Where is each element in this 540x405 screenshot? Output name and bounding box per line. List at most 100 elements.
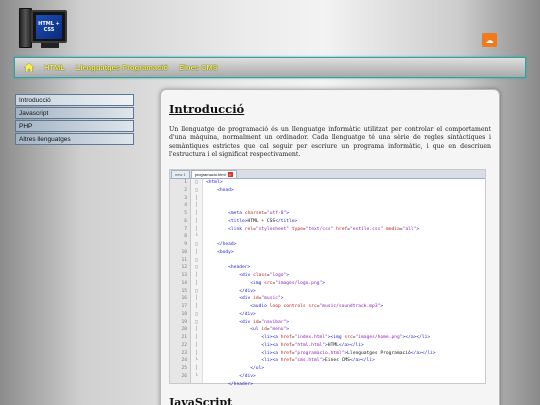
line-number: 2 [184, 187, 187, 193]
fold-marker: │ [195, 335, 198, 340]
code-line: <div class="logo"> [239, 273, 290, 278]
fold-marker: │ [195, 366, 198, 371]
line-number: 15 [181, 288, 187, 294]
code-line: </head> [217, 242, 237, 247]
line-number: 23 [181, 350, 187, 356]
fold-marker: □ [195, 257, 198, 263]
code-line: <head> [217, 187, 234, 193]
line-number: 17 [181, 304, 187, 309]
tab-new-1: new 1 [171, 170, 190, 178]
tab-programacio: programacio.html × [190, 170, 237, 178]
fold-marker: │ [195, 203, 198, 209]
code-line: <header> [228, 265, 251, 271]
fold-marker: │ [195, 226, 198, 232]
code-line: <title>HTML + CSS</title> [228, 218, 298, 224]
sidebar-item-javascript[interactable]: Javascript [15, 107, 134, 119]
line-number: 7 [184, 226, 187, 232]
logo[interactable]: HTML + CSS [17, 6, 69, 52]
header: HTML + CSS ☁ [0, 0, 540, 55]
line-number: 24 [181, 358, 187, 364]
code-line: <link rel="stylesheet" type="text/css" h… [228, 226, 420, 232]
code-line: <div id="navibar"> [239, 319, 290, 325]
line-number: 12 [181, 265, 187, 271]
line-number: 20 [181, 327, 187, 333]
section-title-javascript: JavaScript [169, 396, 233, 405]
sidebar-item-altres[interactable]: Altres llenguatges [15, 133, 134, 145]
line-number: 22 [181, 342, 187, 348]
nav-item-html[interactable]: HTML [44, 63, 65, 72]
code-line: <li><a href="programacio.html">Llenguatg… [261, 350, 436, 356]
code-line: <meta charset="utf-8"> [228, 211, 290, 216]
line-number: 3 [184, 195, 187, 201]
line-number: 5 [184, 211, 187, 216]
fold-marker: │ [195, 211, 198, 216]
code-line: </div> [239, 288, 256, 294]
code-line: <li><a href="index.html"><img src="image… [261, 335, 431, 340]
monitor-icon: HTML + CSS [31, 10, 67, 43]
home-icon[interactable] [24, 63, 34, 72]
close-icon: × [227, 172, 233, 177]
fold-marker: □ [195, 180, 198, 185]
logo-text: HTML + CSS [36, 15, 62, 39]
fold-marker: └ [195, 234, 198, 240]
line-number: 14 [181, 280, 187, 286]
line-number: 21 [181, 335, 187, 340]
fold-marker: │ [195, 296, 198, 302]
nav-item-cms[interactable]: Eines CMS [179, 63, 218, 72]
fold-marker: │ [195, 249, 198, 255]
line-number: 18 [181, 311, 187, 317]
line-number: 16 [181, 296, 187, 302]
fold-marker: │ [195, 273, 198, 278]
fold-margin: □ □ │ │ │ │ │ └ □ │ □ □ │ │ □ │ │ □ □ │ │ │ │ └ │ └ [191, 179, 203, 383]
line-number: 13 [181, 273, 187, 278]
code-line: <li><a href="cms.html">Eines CMS</a></li… [261, 358, 375, 364]
nav-item-llenguatges[interactable]: Llenguatges Programació [76, 63, 168, 72]
fold-marker: └ [195, 358, 198, 364]
fold-marker: │ [195, 218, 198, 224]
line-number: 1 [184, 180, 187, 185]
line-number: 8 [184, 234, 187, 240]
sidebar-item-introduccio[interactable]: Introducció [15, 94, 134, 106]
fold-marker: □ [195, 311, 198, 317]
editor-tabs: new 1 programacio.html × [170, 170, 485, 179]
fold-marker: □ [195, 242, 198, 247]
code-line: <img src="images/logo.png"> [250, 280, 326, 286]
line-number: 19 [181, 319, 187, 325]
soundcloud-icon[interactable]: ☁ [482, 33, 497, 47]
fold-marker: □ [195, 187, 198, 193]
line-number: 10 [181, 249, 187, 255]
line-number: 25 [181, 366, 187, 371]
page-title: Introducció [169, 102, 245, 116]
fold-marker: └ [195, 373, 198, 379]
line-number: 4 [184, 203, 187, 209]
code-line: </header> [228, 381, 254, 387]
code-line: </div> [239, 311, 256, 317]
line-number: 26 [181, 373, 187, 379]
fold-marker: │ [195, 327, 198, 333]
code-line: <body> [217, 249, 234, 255]
line-number: 9 [184, 242, 187, 247]
code-lines: <html> <head> <meta charset="utf-8"> <ti… [203, 179, 485, 387]
fold-marker: │ [195, 304, 198, 309]
code-line: <ul id="menu"> [250, 327, 290, 333]
sidebar-item-php[interactable]: PHP [15, 120, 134, 132]
code-line: </div> [239, 373, 256, 379]
code-line: <html> [206, 180, 223, 185]
fold-marker: □ [195, 288, 198, 294]
line-number: 6 [184, 218, 187, 224]
code-area: 1 2 3 4 5 6 7 8 9 10 11 12 13 14 15 16 17 18 19 20 21 22 23 24 2… [170, 179, 485, 387]
fold-marker: │ [195, 280, 198, 286]
navbar: HTML Llenguatges Programació Eines CMS [14, 57, 526, 78]
sidebar: Introducció Javascript PHP Altres llengu… [15, 94, 134, 146]
line-number: 11 [181, 257, 187, 263]
fold-marker: │ [195, 350, 198, 356]
code-screenshot: new 1 programacio.html × 1 2 3 4 5 6 7 8 9 10 11 12 1… [169, 169, 486, 387]
monitor-stand [41, 43, 59, 48]
fold-marker: □ [195, 319, 198, 325]
fold-marker: □ [195, 265, 198, 271]
code-line: </ul> [250, 366, 265, 371]
code-line: <audio loop controls src="music/soundtra… [250, 304, 384, 309]
